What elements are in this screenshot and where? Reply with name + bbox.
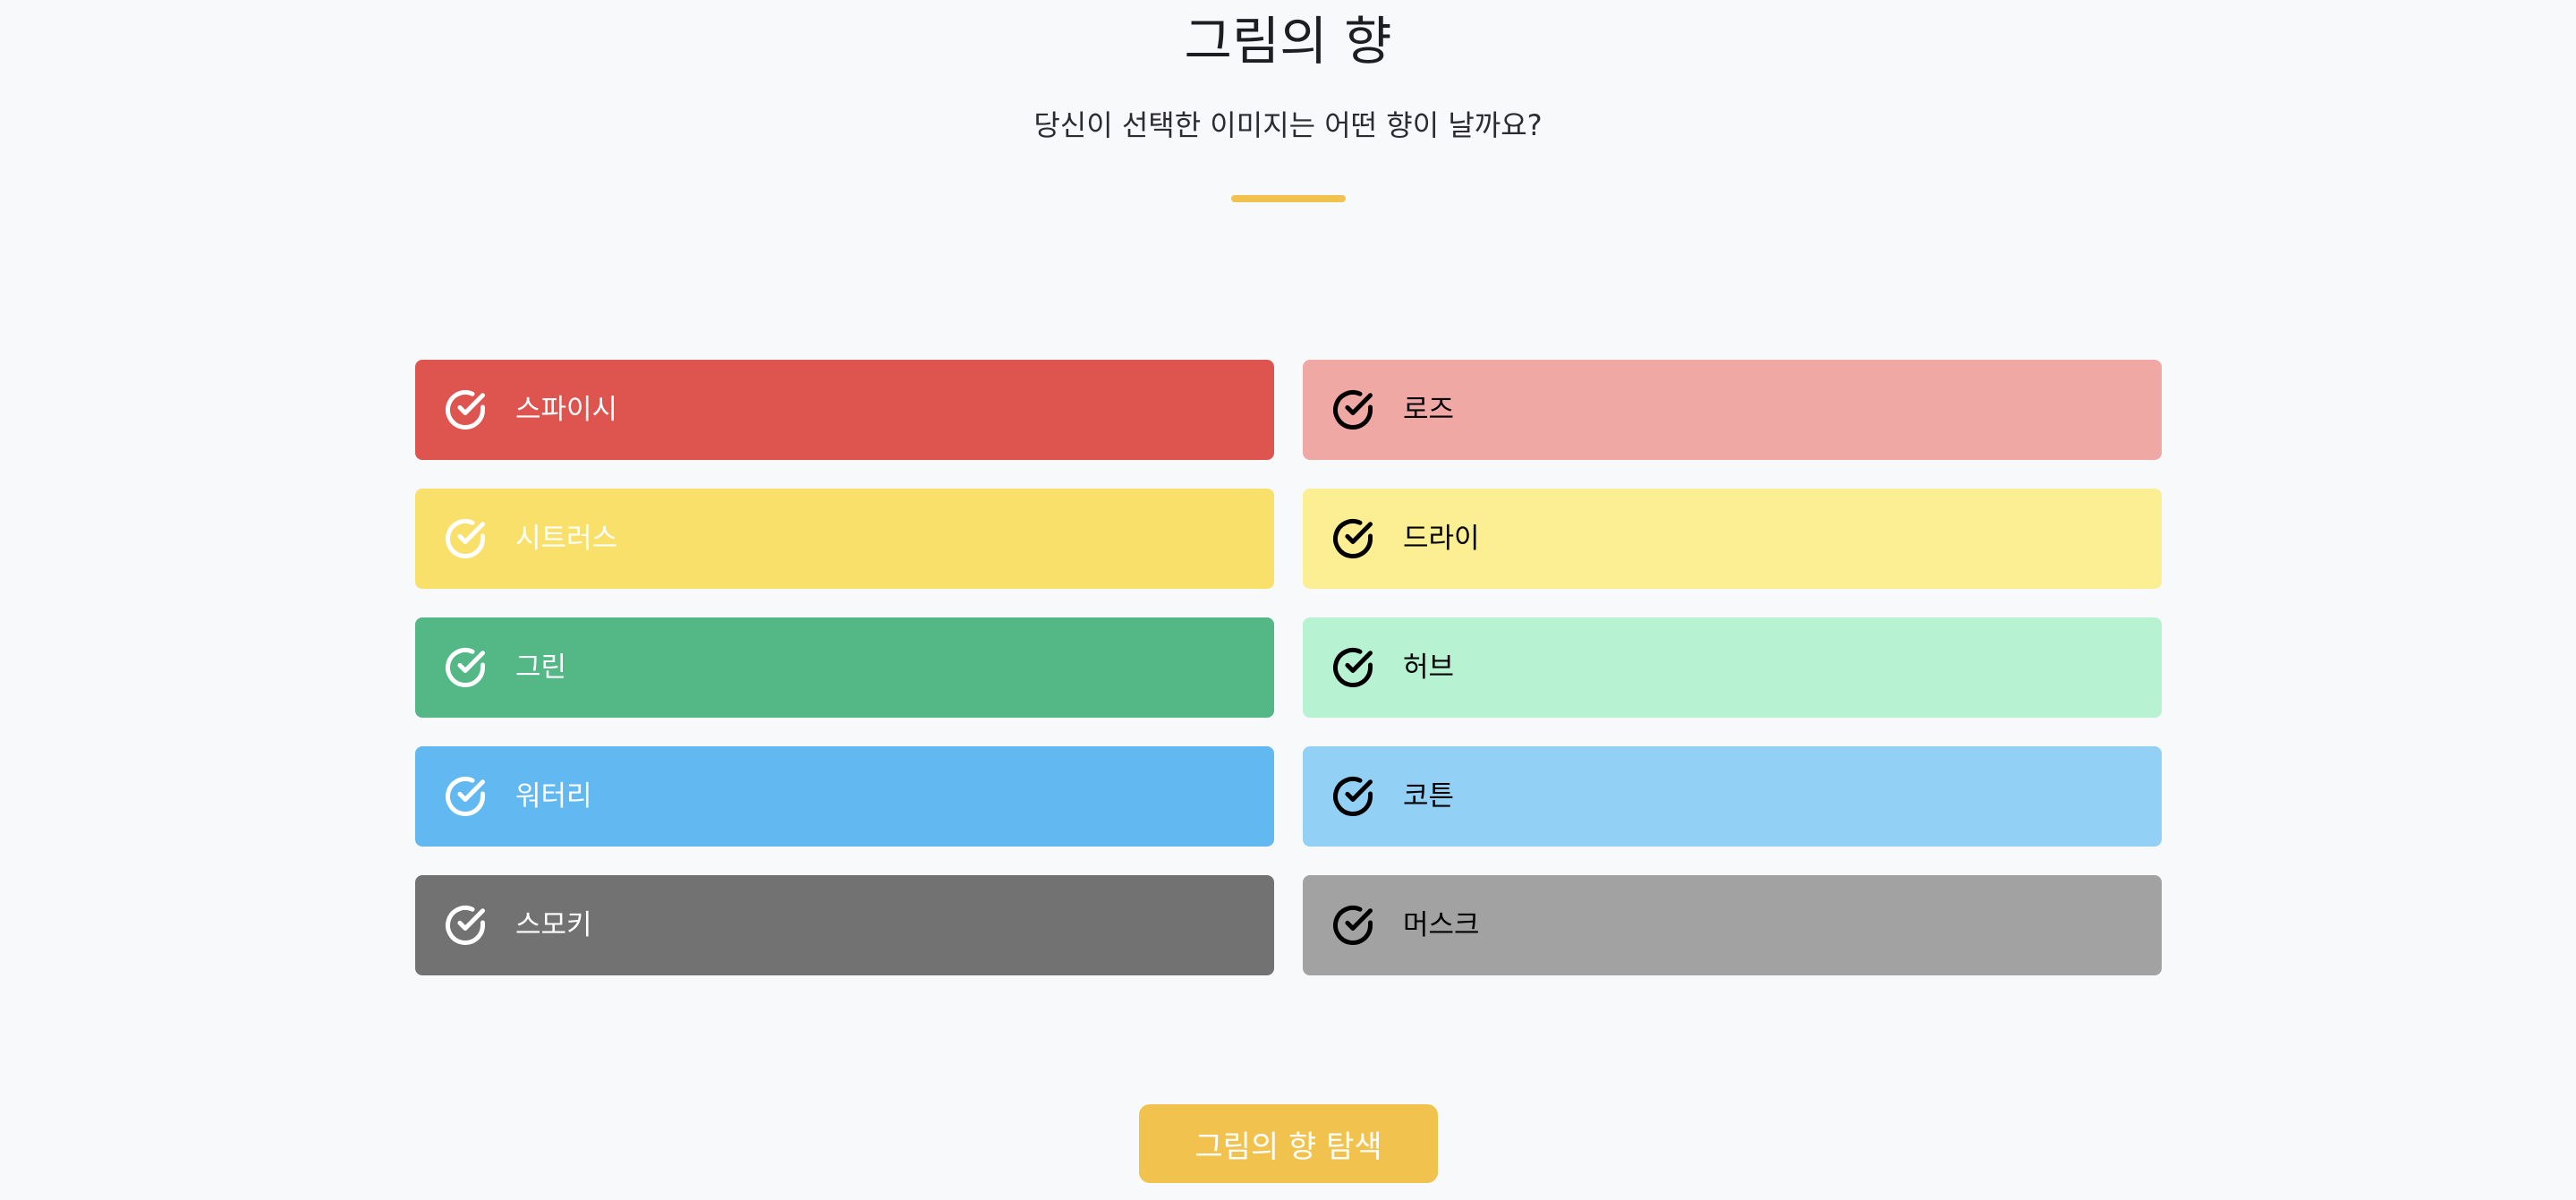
scent-option-cotton[interactable]: 코튼	[1303, 746, 2162, 847]
check-circle-icon	[1330, 773, 1376, 820]
title-divider	[1231, 195, 1346, 202]
scent-option-label: 그린	[515, 651, 567, 684]
scent-option-label: 시트러스	[515, 523, 618, 555]
scent-option-rose[interactable]: 로즈	[1303, 360, 2162, 460]
scent-option-label: 머스크	[1403, 909, 1480, 941]
check-circle-icon	[442, 515, 489, 562]
scent-options-grid: 스파이시 로즈 시트러스 드라이 그린 허브 워터리 코튼 스모키 머스크	[415, 360, 2162, 975]
check-circle-icon	[1330, 387, 1376, 433]
check-circle-icon	[1330, 902, 1376, 949]
scent-option-label: 코튼	[1403, 780, 1455, 813]
scent-option-green[interactable]: 그린	[415, 617, 1274, 718]
scent-option-label: 스모키	[515, 909, 592, 941]
scent-option-label: 로즈	[1403, 394, 1455, 426]
scent-option-label: 워터리	[515, 780, 592, 813]
check-circle-icon	[442, 773, 489, 820]
scent-option-dry[interactable]: 드라이	[1303, 489, 2162, 589]
scent-option-watery[interactable]: 워터리	[415, 746, 1274, 847]
scent-option-spicy[interactable]: 스파이시	[415, 360, 1274, 460]
search-scent-button[interactable]: 그림의 향 탐색	[1139, 1104, 1438, 1183]
scent-option-herb[interactable]: 허브	[1303, 617, 2162, 718]
check-circle-icon	[442, 902, 489, 949]
scent-option-label: 스파이시	[515, 394, 618, 426]
page-subtitle: 당신이 선택한 이미지는 어떤 향이 날까요?	[1033, 108, 1543, 142]
check-circle-icon	[442, 387, 489, 433]
check-circle-icon	[1330, 644, 1376, 691]
check-circle-icon	[442, 644, 489, 691]
scent-option-label: 허브	[1403, 651, 1455, 684]
page-title: 그림의 향	[1184, 11, 1392, 72]
scent-option-smoky[interactable]: 스모키	[415, 875, 1274, 975]
check-circle-icon	[1330, 515, 1376, 562]
scent-option-musk[interactable]: 머스크	[1303, 875, 2162, 975]
scent-option-citrus[interactable]: 시트러스	[415, 489, 1274, 589]
scent-option-label: 드라이	[1403, 523, 1480, 555]
